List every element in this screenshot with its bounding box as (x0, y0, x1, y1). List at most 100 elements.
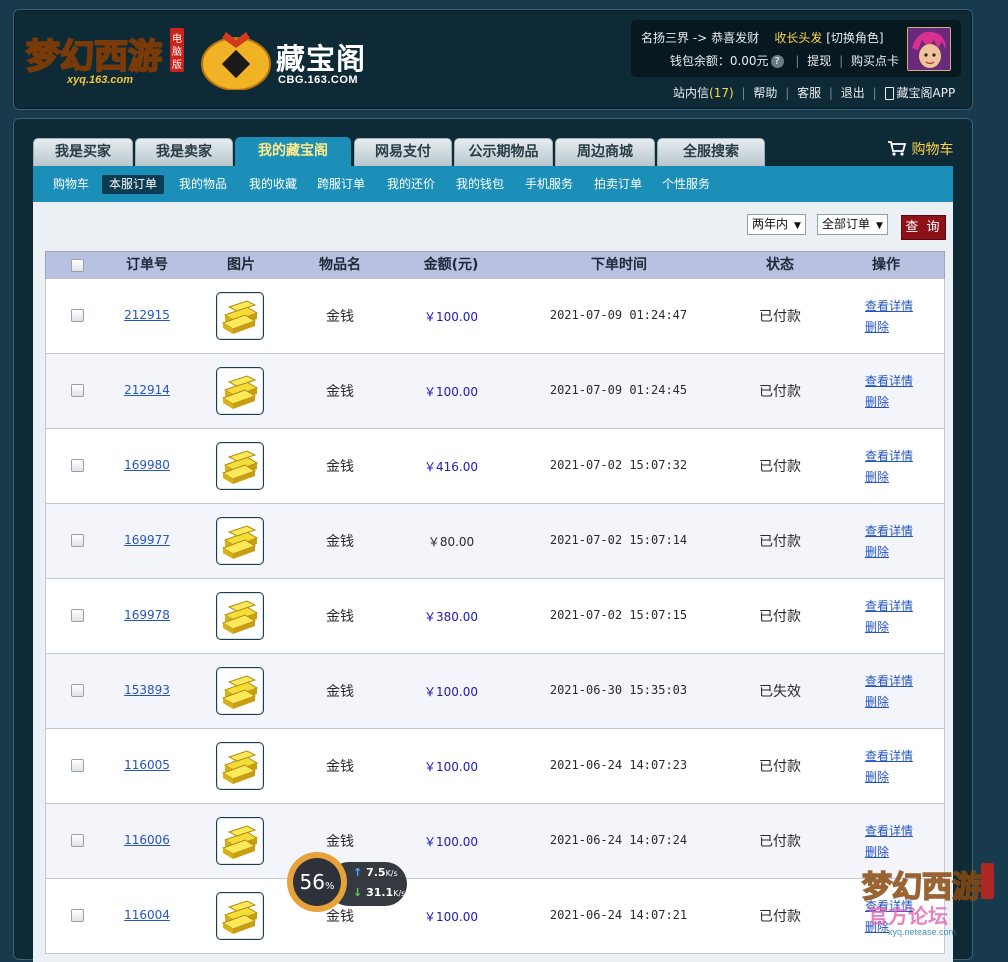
gold-bars-icon (221, 600, 259, 634)
usage-percent: 56 (299, 870, 325, 894)
tab-my-cbg[interactable]: 我的藏宝阁 (235, 137, 351, 167)
row-checkbox[interactable] (71, 309, 84, 322)
order-id-link[interactable]: 169977 (124, 533, 170, 547)
view-details-link[interactable]: 查看详情 (865, 671, 913, 692)
header-item-name: 物品名 (319, 257, 361, 273)
row-checkbox[interactable] (71, 609, 84, 622)
item-thumbnail[interactable] (216, 517, 264, 565)
inbox-link[interactable]: 站内信(17) (673, 86, 734, 100)
app-link[interactable]: 藏宝阁APP (884, 86, 955, 100)
tab-netease-pay[interactable]: 网易支付 (354, 138, 452, 166)
view-details-link[interactable]: 查看详情 (865, 746, 913, 767)
order-id-link[interactable]: 212915 (124, 308, 170, 322)
delete-link[interactable]: 删除 (865, 692, 913, 713)
buy-card-link[interactable]: 购买点卡 (851, 54, 899, 68)
avatar[interactable] (907, 27, 951, 71)
order-id-link[interactable]: 169978 (124, 608, 170, 622)
sub-navigation: 购物车 本服订单 我的物品 我的收藏 跨服订单 我的还价 我的钱包 手机服务 拍… (33, 166, 953, 202)
item-thumbnail[interactable] (216, 292, 264, 340)
range-select[interactable]: 两年内 ▼ (747, 214, 806, 235)
svg-text:梦幻西游: 梦幻西游 (862, 870, 982, 905)
item-thumbnail[interactable] (216, 742, 264, 790)
help-icon[interactable]: ? (770, 55, 784, 68)
delete-link[interactable]: 删除 (865, 467, 913, 488)
row-checkbox[interactable] (71, 684, 84, 697)
arrow-down-icon: ↓ (353, 886, 363, 899)
subnav-mobile-service[interactable]: 手机服务 (518, 175, 580, 194)
mhxy-logo[interactable]: 梦幻西游 电 脑 版 xyq.163.com (22, 22, 187, 92)
row-checkbox[interactable] (71, 909, 84, 922)
row-checkbox[interactable] (71, 459, 84, 472)
item-thumbnail[interactable] (216, 442, 264, 490)
subnav-my-wallet[interactable]: 我的钱包 (449, 175, 511, 194)
item-name: 金钱 (326, 834, 354, 850)
tab-global-search[interactable]: 全服搜索 (657, 138, 765, 166)
order-id-link[interactable]: 212914 (124, 383, 170, 397)
view-details-link[interactable]: 查看详情 (865, 371, 913, 392)
order-status: 已付款 (759, 534, 801, 550)
item-thumbnail[interactable] (216, 817, 264, 865)
gold-bars-icon (221, 450, 259, 484)
server-name: 名扬三界 (641, 31, 690, 45)
order-type-select[interactable]: 全部订单 ▼ (817, 214, 888, 235)
row-checkbox[interactable] (71, 384, 84, 397)
range-select-value: 两年内 (752, 217, 789, 231)
order-id-link[interactable]: 116006 (124, 833, 170, 847)
order-amount: ￥100.00 (424, 835, 478, 849)
delete-link[interactable]: 删除 (865, 617, 913, 638)
order-amount: ￥380.00 (424, 610, 478, 624)
item-thumbnail[interactable] (216, 592, 264, 640)
subnav-my-counteroffers[interactable]: 我的还价 (380, 175, 442, 194)
delete-link[interactable]: 删除 (865, 392, 913, 413)
tab-buyer[interactable]: 我是买家 (33, 138, 133, 166)
delete-link[interactable]: 删除 (865, 767, 913, 788)
delete-link[interactable]: 删除 (865, 542, 913, 563)
row-checkbox[interactable] (71, 534, 84, 547)
order-amount: ￥100.00 (424, 685, 478, 699)
order-id-link[interactable]: 153893 (124, 683, 170, 697)
header-image: 图片 (227, 257, 255, 273)
order-time: 2021-07-02 15:07:15 (549, 608, 688, 622)
cart-link[interactable]: 购物车 (887, 139, 953, 159)
view-details-link[interactable]: 查看详情 (865, 596, 913, 617)
subnav-favorites[interactable]: 我的收藏 (242, 175, 304, 194)
row-checkbox[interactable] (71, 759, 84, 772)
order-id-link[interactable]: 116005 (124, 758, 170, 772)
service-link[interactable]: 客服 (797, 86, 821, 100)
item-name: 金钱 (326, 609, 354, 625)
network-speed-widget[interactable]: 56% ↑ 7.5K/s ↓ 31.1K/s (287, 852, 411, 914)
cbg-logo[interactable]: 藏宝阁 CBG.163.COM (196, 24, 386, 94)
row-checkbox[interactable] (71, 834, 84, 847)
inbox-count: (17) (709, 86, 734, 100)
view-details-link[interactable]: 查看详情 (865, 296, 913, 317)
order-time: 2021-06-30 15:35:03 (549, 683, 688, 697)
item-thumbnail[interactable] (216, 667, 264, 715)
treasure-bag-icon (201, 32, 271, 91)
switch-role-link[interactable]: [切换角色] (826, 31, 883, 45)
subnav-personal-service[interactable]: 个性服务 (655, 175, 717, 194)
view-details-link[interactable]: 查看详情 (865, 521, 913, 542)
withdraw-link[interactable]: 提现 (807, 54, 831, 68)
delete-link[interactable]: 删除 (865, 317, 913, 338)
view-details-link[interactable]: 查看详情 (865, 446, 913, 467)
tab-seller[interactable]: 我是卖家 (135, 138, 233, 166)
subnav-my-items[interactable]: 我的物品 (172, 175, 234, 194)
query-button[interactable]: 查 询 (901, 215, 946, 240)
mhxy-logo-text: 梦幻西游 (26, 37, 162, 77)
subnav-server-orders[interactable]: 本服订单 (102, 175, 165, 194)
subnav-cross-server-orders[interactable]: 跨服订单 (310, 175, 372, 194)
select-all-checkbox[interactable] (71, 259, 84, 272)
item-thumbnail[interactable] (216, 892, 264, 940)
view-details-link[interactable]: 查看详情 (865, 821, 913, 842)
tab-public-items[interactable]: 公示期物品 (454, 138, 553, 166)
tab-merch-store[interactable]: 周边商城 (555, 138, 655, 166)
help-link[interactable]: 帮助 (753, 86, 777, 100)
item-name: 金钱 (326, 759, 354, 775)
table-row: 169978 金钱 ￥380.00 2021-07-02 15:07:15 已付款 查看详… (45, 579, 945, 654)
subnav-auction-orders[interactable]: 拍卖订单 (587, 175, 649, 194)
subnav-cart[interactable]: 购物车 (46, 175, 96, 194)
order-id-link[interactable]: 169980 (124, 458, 170, 472)
order-id-link[interactable]: 116004 (124, 908, 170, 922)
item-thumbnail[interactable] (216, 367, 264, 415)
logout-link[interactable]: 退出 (841, 86, 865, 100)
